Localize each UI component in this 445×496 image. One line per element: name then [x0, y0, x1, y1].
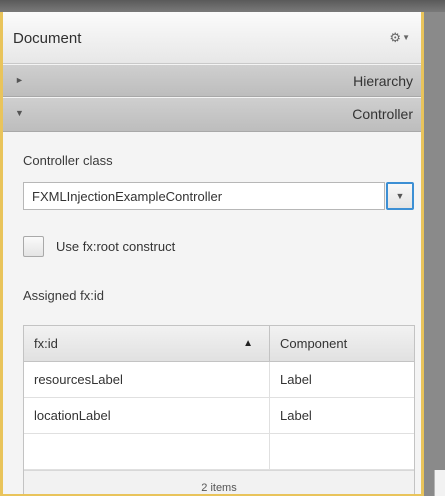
- document-title: Document: [13, 30, 82, 47]
- assigned-fxid-label: Assigned fx:id: [23, 288, 104, 303]
- column-header-component[interactable]: Component: [270, 326, 414, 361]
- chevron-down-icon: ▼: [395, 191, 405, 201]
- use-fxroot-option[interactable]: Use fx:root construct: [23, 236, 283, 258]
- settings-menu-button[interactable]: ⚙▼: [389, 30, 411, 46]
- controller-class-input[interactable]: FXMLInjectionExampleController: [23, 182, 385, 210]
- hierarchy-section-label: Hierarchy: [353, 73, 413, 89]
- fxid-cell: [24, 434, 270, 469]
- collapsed-arrow-icon: ►: [15, 75, 24, 85]
- column-header-fxid-label: fx:id: [34, 336, 58, 351]
- component-cell: Label: [280, 372, 312, 387]
- column-header-fxid[interactable]: fx:id ▲: [24, 326, 270, 361]
- table-row[interactable]: [24, 434, 414, 470]
- controller-section-header[interactable]: ▼ Controller: [3, 98, 421, 132]
- assigned-fxid-table: fx:id ▲ Component resourcesLabel Label l…: [23, 325, 415, 494]
- controller-class-combobox[interactable]: FXMLInjectionExampleController ▼: [23, 182, 415, 210]
- controller-section-label: Controller: [352, 106, 413, 122]
- component-cell: [270, 434, 414, 469]
- table-header: fx:id ▲ Component: [24, 326, 414, 362]
- gear-icon: ⚙: [389, 30, 403, 45]
- use-fxroot-label: Use fx:root construct: [56, 239, 176, 254]
- top-strip: [0, 0, 445, 12]
- sort-ascending-icon: ▲: [243, 338, 253, 349]
- table-item-count: 2 items: [24, 470, 414, 494]
- use-fxroot-checkbox[interactable]: [23, 236, 44, 257]
- column-header-component-label: Component: [280, 336, 348, 351]
- document-header: Document ⚙▼: [3, 12, 421, 64]
- document-panel: Document ⚙▼ ► Hierarchy ▼ Controller Con…: [0, 12, 424, 496]
- fxid-cell: resourcesLabel: [24, 362, 270, 397]
- fxid-cell: locationLabel: [24, 398, 270, 433]
- table-row[interactable]: locationLabel Label: [24, 398, 414, 434]
- adjacent-panel-edge: [434, 470, 445, 496]
- expanded-arrow-icon: ▼: [15, 108, 24, 118]
- controller-class-label: Controller class: [23, 153, 113, 168]
- chevron-down-icon: ▼: [402, 33, 411, 42]
- hierarchy-section-header[interactable]: ► Hierarchy: [3, 65, 421, 97]
- component-cell: Label: [280, 408, 312, 423]
- table-row[interactable]: resourcesLabel Label: [24, 362, 414, 398]
- dropdown-button[interactable]: ▼: [386, 182, 414, 210]
